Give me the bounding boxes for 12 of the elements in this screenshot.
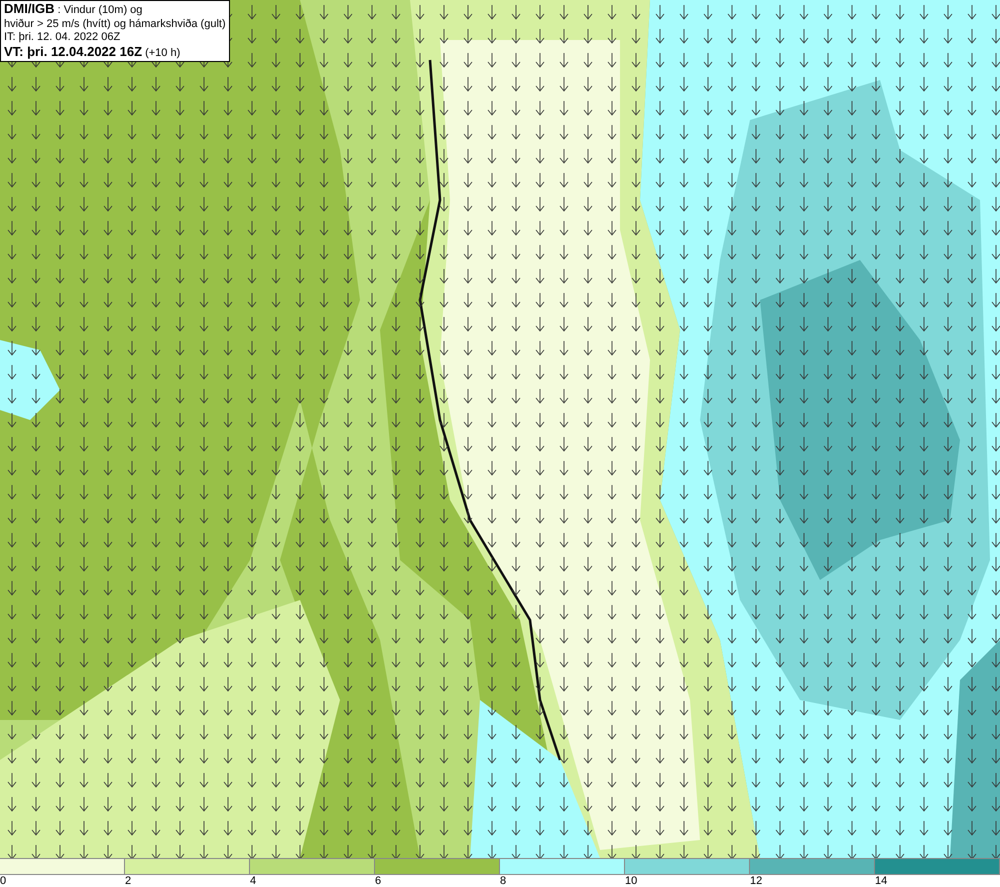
scale-label: 8 [500,875,508,887]
scale-label: 10 [625,875,638,887]
scale-label: 4 [250,875,258,887]
scale-label: 2 [125,875,132,887]
title-line: hviður > 25 m/s (hvítt) og hámarkshviða (gult) [4,18,226,31]
title-line: DMI/IGB : Vindur (10m) og [4,2,144,18]
scale-label: 12 [750,875,764,887]
scale-label: 6 [375,875,382,887]
title-line: VT: þri. 12.04.2022 16Z (+10 h) [4,44,182,60]
title-line: IT: þri. 12. 04. 2022 06Z [4,31,122,44]
scale-label: 0 [0,875,8,887]
scale-label: 14 [875,875,888,887]
